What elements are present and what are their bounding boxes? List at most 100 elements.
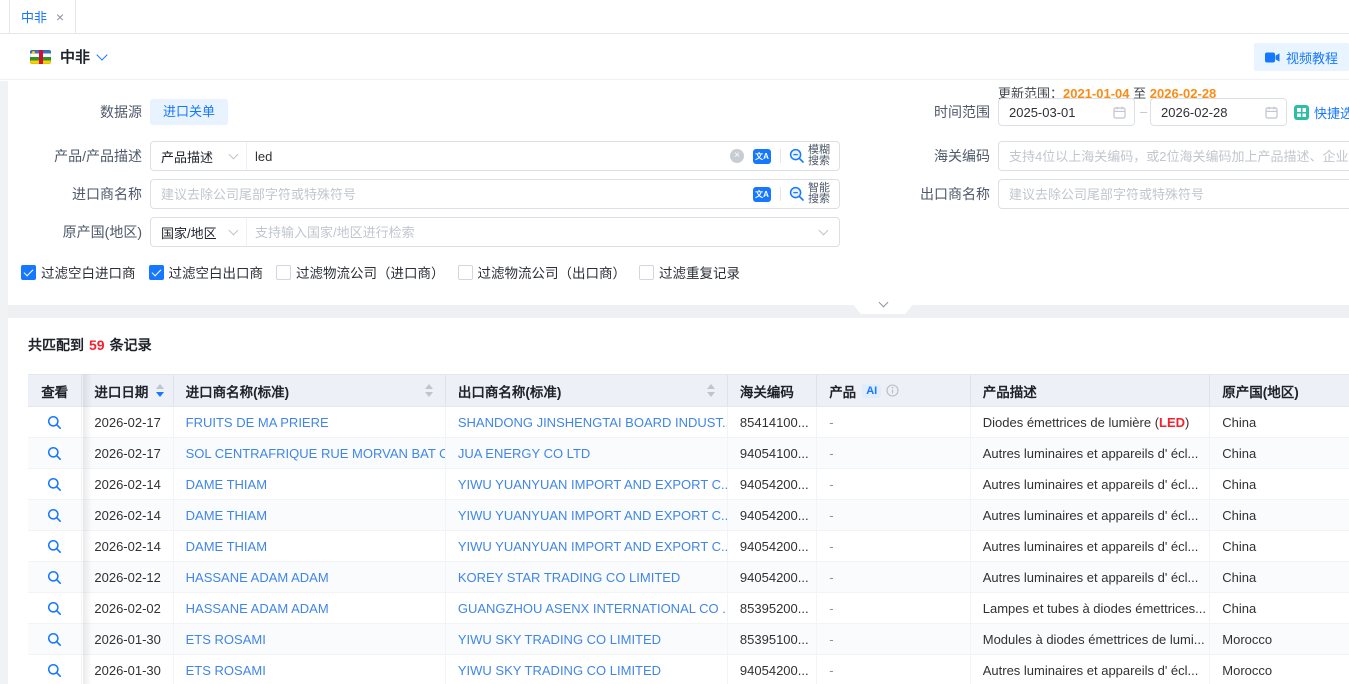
exporter-link[interactable]: YIWU YUANYUAN IMPORT AND EXPORT C...	[446, 469, 728, 499]
video-tutorial-button[interactable]: 视频教程	[1254, 43, 1349, 71]
hs-code: 94054100...	[728, 438, 817, 468]
chevron-down-icon[interactable]	[96, 49, 107, 60]
checkbox-label: 过滤空白进口商	[41, 262, 136, 282]
checkbox-icon[interactable]	[458, 265, 473, 280]
view-record-icon[interactable]	[47, 539, 62, 554]
exporter-link[interactable]: YIWU YUANYUAN IMPORT AND EXPORT C...	[446, 531, 728, 561]
importer-link[interactable]: ETS ROSAMI	[174, 655, 446, 684]
origin-label: 原产国(地区)	[8, 217, 142, 247]
filter-checkbox[interactable]: 过滤物流公司（进口商）	[276, 262, 445, 282]
exporter-link[interactable]: YIWU SKY TRADING CO LIMITED	[446, 655, 728, 684]
datasource-import-declaration-button[interactable]: 进口关单	[150, 99, 228, 125]
filter-options-row: 过滤空白进口商 过滤空白出口商 过滤物流公司（进口商） 过滤物流公司（出口商）	[21, 262, 740, 282]
table-row: 2026-02-14 DAME THIAM YIWU YUANYUAN IMPO…	[28, 500, 1349, 531]
importer-link[interactable]: HASSANE ADAM ADAM	[174, 593, 446, 623]
exporter-link[interactable]: JUA ENERGY CO LTD	[446, 438, 728, 468]
importer-link[interactable]: SOL CENTRAFRIQUE RUE MORVAN BAT OF...	[174, 438, 446, 468]
translate-icon[interactable]: 文A	[753, 149, 771, 164]
desc-text: Autres luminaires et appareils d' écl...	[983, 539, 1199, 554]
view-cell	[28, 407, 82, 437]
origin-type-select[interactable]: 国家/地区	[151, 218, 247, 246]
product-type-value: 产品描述	[161, 147, 213, 166]
importer-link[interactable]: DAME THIAM	[174, 531, 446, 561]
fuzzy-search-button[interactable]: 模糊 搜索	[789, 145, 830, 168]
view-record-icon[interactable]	[47, 415, 62, 430]
translate-icon[interactable]: 文A	[753, 187, 771, 202]
filter-checkbox[interactable]: 过滤物流公司（出口商）	[458, 262, 627, 282]
desc-text: Diodes émettrices de lumière (	[983, 415, 1159, 430]
view-record-icon[interactable]	[47, 508, 62, 523]
checkbox-icon[interactable]	[639, 265, 654, 280]
origin-type-value: 国家/地区	[161, 223, 217, 242]
checkbox-icon[interactable]	[21, 265, 36, 280]
video-camera-icon	[1265, 52, 1280, 63]
sort-icon[interactable]	[425, 384, 433, 397]
quick-select-button[interactable]: 快捷选	[1294, 103, 1349, 122]
view-record-icon[interactable]	[47, 601, 62, 616]
chevron-down-icon[interactable]	[819, 226, 829, 236]
results-table: 查看 进口日期 进口商名称(标准) 出口商名称(标准) 海关编码 产品 AI	[28, 374, 1349, 684]
country-title[interactable]: 中非	[60, 46, 90, 67]
checkbox-icon[interactable]	[276, 265, 291, 280]
product-ai-value: -	[817, 531, 971, 561]
sort-icon[interactable]	[156, 384, 164, 397]
importer-link[interactable]: FRUITS DE MA PRIERE	[174, 407, 446, 437]
col-importer[interactable]: 进口商名称(标准)	[174, 375, 446, 406]
origin-country: China	[1210, 531, 1349, 561]
filter-checkbox[interactable]: 过滤重复记录	[639, 262, 740, 282]
importer-label: 进口商名称	[8, 179, 142, 209]
view-cell	[28, 469, 82, 499]
product-type-select[interactable]: 产品描述	[151, 142, 247, 170]
exporter-input[interactable]	[999, 187, 1349, 202]
checkbox-icon[interactable]	[149, 265, 164, 280]
importer-link[interactable]: ETS ROSAMI	[174, 624, 446, 654]
results-summary: 共匹配到59条记录	[28, 335, 152, 355]
col-exporter[interactable]: 出口商名称(标准)	[446, 375, 728, 406]
view-cell	[28, 624, 82, 654]
view-record-icon[interactable]	[47, 446, 62, 461]
importer-link[interactable]: DAME THIAM	[174, 500, 446, 530]
tab-zhongfei[interactable]: 中非 ×	[9, 0, 76, 33]
product-search-input[interactable]	[247, 149, 730, 164]
product-ai-value: -	[817, 438, 971, 468]
table-header: 查看 进口日期 进口商名称(标准) 出口商名称(标准) 海关编码 产品 AI	[28, 374, 1349, 407]
import-date: 2026-02-14	[82, 500, 173, 530]
product-label: 产品/产品描述	[8, 141, 142, 171]
hs-code: 85395200...	[728, 593, 817, 623]
col-product-desc: 产品描述	[971, 375, 1211, 406]
view-record-icon[interactable]	[47, 663, 62, 678]
importer-link[interactable]: HASSANE ADAM ADAM	[174, 562, 446, 592]
col-import-date[interactable]: 进口日期	[82, 375, 173, 406]
clear-input-icon[interactable]: ×	[730, 149, 744, 163]
exporter-link[interactable]: YIWU SKY TRADING CO LIMITED	[446, 624, 728, 654]
sort-icon[interactable]	[707, 384, 715, 397]
view-record-icon[interactable]	[47, 477, 62, 492]
hs-code-field	[998, 141, 1349, 171]
col-exporter-label: 出口商名称(标准)	[458, 381, 562, 401]
desc-text: Autres luminaires et appareils d' écl...	[983, 663, 1199, 678]
view-cell	[28, 500, 82, 530]
hs-code-input[interactable]	[999, 149, 1349, 164]
date-start-input[interactable]: 2025-03-01	[998, 98, 1135, 126]
product-ai-value: -	[817, 562, 971, 592]
origin-country: China	[1210, 438, 1349, 468]
exporter-link[interactable]: GUANGZHOU ASENX INTERNATIONAL CO ...	[446, 593, 728, 623]
col-product-label: 产品	[829, 381, 856, 401]
filter-checkbox[interactable]: 过滤空白进口商	[21, 262, 136, 282]
video-tutorial-label: 视频教程	[1286, 48, 1338, 67]
smart-search-button[interactable]: 智能 搜索	[789, 183, 830, 206]
importer-link[interactable]: DAME THIAM	[174, 469, 446, 499]
exporter-link[interactable]: YIWU YUANYUAN IMPORT AND EXPORT C...	[446, 500, 728, 530]
filter-checkbox[interactable]: 过滤空白出口商	[149, 262, 264, 282]
view-record-icon[interactable]	[47, 632, 62, 647]
importer-input[interactable]	[151, 187, 753, 202]
info-icon[interactable]	[886, 384, 899, 397]
hs-code: 94054200...	[728, 562, 817, 592]
close-icon[interactable]: ×	[56, 10, 64, 24]
exporter-link[interactable]: SHANDONG JINSHENGTAI BOARD INDUST...	[446, 407, 728, 437]
col-origin: 原产国(地区)	[1210, 375, 1349, 406]
origin-search-input[interactable]	[247, 225, 820, 240]
exporter-link[interactable]: KOREY STAR TRADING CO LIMITED	[446, 562, 728, 592]
date-end-input[interactable]: 2026-02-28	[1150, 98, 1287, 126]
view-record-icon[interactable]	[47, 570, 62, 585]
